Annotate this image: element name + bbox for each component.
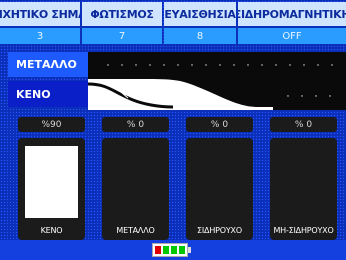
setting-label: ΣΙΔΗΡΟΜΑΓΝΗΤΙΚΗ	[238, 2, 346, 26]
gauge-caption: ΣΙΔΗΡΟΥΧΟ	[197, 226, 242, 235]
gauge-non-ferrous: % 0 ΜΗ-ΣΙΔΗΡΟΥΧΟ	[270, 117, 337, 240]
gauge-box: ΜΗ-ΣΙΔΗΡΟΥΧΟ	[270, 138, 337, 240]
gauge-ferrous: % 0 ΣΙΔΗΡΟΥΧΟ	[186, 117, 253, 240]
setting-value: 3	[0, 28, 80, 44]
setting-label: ΗΧΗΤΙΚΟ ΣΗΜΑ	[0, 2, 80, 26]
gauge-empty: %90 ΚΕΝΟ	[18, 117, 85, 240]
setting-value: 7	[82, 28, 162, 44]
gauge-caption: ΜΗ-ΣΙΔΗΡΟΥΧΟ	[273, 226, 334, 235]
gauge-caption: ΚΕΝΟ	[40, 226, 63, 235]
battery-segment	[171, 246, 177, 254]
ferromagnetic-setting[interactable]: ΣΙΔΗΡΟΜΑΓΝΗΤΙΚΗ OFF	[238, 2, 346, 44]
battery-segment	[163, 246, 169, 254]
gauge-percent: % 0	[102, 117, 169, 132]
sound-signal-setting[interactable]: ΗΧΗΤΙΚΟ ΣΗΜΑ 3	[0, 2, 80, 44]
lighting-setting[interactable]: ΦΩΤΙΣΜΟΣ 7	[82, 2, 162, 44]
gauge-box: ΜΕΤΑΛΛΟ	[102, 138, 169, 240]
gauge-percent: %90	[18, 117, 85, 132]
gauge-box: ΣΙΔΗΡΟΥΧΟ	[186, 138, 253, 240]
material-signal-bar: ΜΕΤΑΛΛΟ ΚΕΝΟ	[8, 52, 346, 110]
setting-value: 8	[164, 28, 236, 44]
battery-icon	[152, 243, 191, 257]
signal-wave	[88, 52, 346, 110]
metal-label: ΜΕΤΑΛΛΟ	[8, 52, 88, 77]
sensitivity-setting[interactable]: ΕΥΑΙΣΘΗΣΙΑ 8	[164, 2, 236, 44]
status-footer	[0, 240, 346, 260]
gauge-box: ΚΕΝΟ	[18, 138, 85, 240]
gauge-percent: % 0	[270, 117, 337, 132]
battery-segment	[155, 246, 161, 254]
setting-label: ΦΩΤΙΣΜΟΣ	[82, 2, 162, 26]
settings-header: ΗΧΗΤΙΚΟ ΣΗΜΑ 3 ΦΩΤΙΣΜΟΣ 7 ΕΥΑΙΣΘΗΣΙΑ 8 Σ…	[0, 2, 346, 44]
gauge-fill	[25, 146, 78, 218]
gauge-metal: % 0 ΜΕΤΑΛΛΟ	[102, 117, 169, 240]
setting-label: ΕΥΑΙΣΘΗΣΙΑ	[164, 2, 236, 26]
gauge-percent: % 0	[186, 117, 253, 132]
empty-label: ΚΕΝΟ	[8, 81, 88, 107]
battery-segment	[179, 246, 185, 254]
gauge-caption: ΜΕΤΑΛΛΟ	[116, 226, 155, 235]
setting-value: OFF	[238, 28, 346, 44]
